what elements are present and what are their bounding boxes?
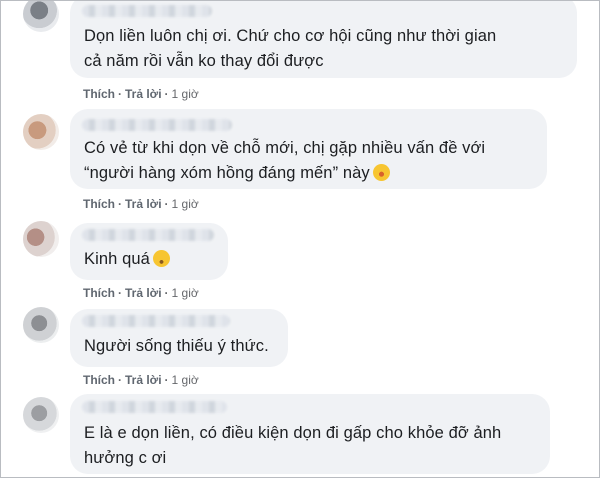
comment-bubble: Có vẻ từ khi dọn về chỗ mới, chị gặp nhi… <box>70 109 547 189</box>
like-link[interactable]: Thích <box>83 197 115 211</box>
comment-bubble: Kinh quá <box>70 223 228 280</box>
comment-timestamp[interactable]: 1 giờ <box>172 373 199 387</box>
comment-text: Dọn liền luôn chị ơi. Chứ cho cơ hội cũn… <box>84 27 497 70</box>
comment-timestamp[interactable]: 1 giờ <box>172 197 199 211</box>
comment-bubble: Người sống thiếu ý thức. <box>70 309 288 367</box>
avatar[interactable] <box>23 1 59 32</box>
disappointed-face-emoji <box>152 250 170 267</box>
laughing-tears-emoji <box>372 164 390 181</box>
avatar[interactable] <box>23 307 59 343</box>
comment-text: Người sống thiếu ý thức. <box>84 337 269 355</box>
comment-timestamp[interactable]: 1 giờ <box>172 286 199 300</box>
redacted-author-name <box>82 5 212 17</box>
redacted-author-name <box>82 315 230 327</box>
reply-link[interactable]: Trả lời <box>125 286 162 300</box>
comment-text: Có vẻ từ khi dọn về chỗ mới, chị gặp nhi… <box>84 139 486 182</box>
redacted-author-name <box>82 229 214 241</box>
comment-text: E là e dọn liền, có điều kiện dọn đi gấp… <box>84 424 502 467</box>
redacted-author-name <box>82 401 227 413</box>
like-link[interactable]: Thích <box>83 87 115 101</box>
comment-bubble: E là e dọn liền, có điều kiện dọn đi gấp… <box>70 394 550 474</box>
comment-bubble: Dọn liền luôn chị ơi. Chứ cho cơ hội cũn… <box>70 1 577 78</box>
comment-timestamp[interactable]: 1 giờ <box>172 87 199 101</box>
like-link[interactable]: Thích <box>83 373 115 387</box>
reply-link[interactable]: Trả lời <box>125 87 162 101</box>
comment-actions: Thích · Trả lời · 1 giờ <box>83 87 199 101</box>
reply-link[interactable]: Trả lời <box>125 373 162 387</box>
avatar[interactable] <box>23 221 59 257</box>
comment-text: Kinh quá <box>84 247 170 272</box>
like-link[interactable]: Thích <box>83 286 115 300</box>
avatar[interactable] <box>23 114 59 150</box>
comment-actions: Thích · Trả lời · 1 giờ <box>83 197 199 211</box>
avatar[interactable] <box>23 397 59 433</box>
comment-actions: Thích · Trả lời · 1 giờ <box>83 373 199 387</box>
redacted-author-name <box>82 119 232 131</box>
reply-link[interactable]: Trả lời <box>125 197 162 211</box>
comment-thread: Dọn liền luôn chị ơi. Chứ cho cơ hội cũn… <box>0 0 600 478</box>
comment-actions: Thích · Trả lời · 1 giờ <box>83 286 199 300</box>
